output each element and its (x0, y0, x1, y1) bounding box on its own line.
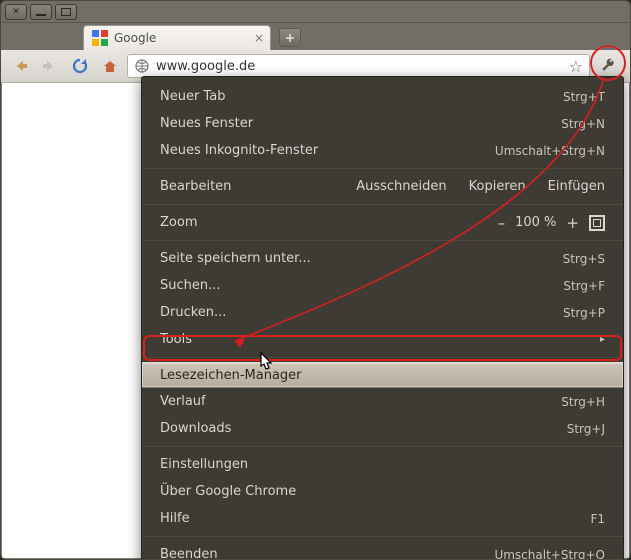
menu-shortcut: Strg+P (563, 306, 605, 320)
menu-downloads[interactable]: Downloads Strg+J (142, 415, 623, 442)
menu-item-label: Suchen... (160, 278, 221, 293)
menu-item-label: Verlauf (160, 394, 206, 409)
menu-shortcut: Umschalt+Strg+N (495, 144, 605, 158)
menu-shortcut: Umschalt+Strg+Q (494, 548, 605, 560)
menu-history[interactable]: Verlauf Strg+H (142, 388, 623, 415)
home-button[interactable] (97, 54, 123, 78)
menu-find[interactable]: Suchen... Strg+F (142, 272, 623, 299)
menu-bookmark-manager[interactable]: Lesezeichen-Manager (142, 362, 623, 388)
menu-edit-copy[interactable]: Kopieren (469, 179, 526, 194)
menu-item-label: Seite speichern unter... (160, 251, 311, 266)
menu-new-window[interactable]: Neues Fenster Strg+N (142, 110, 623, 137)
new-tab-button[interactable] (279, 28, 301, 47)
menu-shortcut: Strg+N (561, 117, 605, 131)
menu-shortcut: Strg+S (563, 252, 605, 266)
menu-shortcut: Strg+T (563, 90, 605, 104)
menu-item-label: Über Google Chrome (160, 484, 296, 499)
menu-item-label: Einstellungen (160, 457, 248, 472)
url-text: www.google.de (156, 59, 563, 74)
bookmark-star-icon[interactable]: ☆ (569, 57, 583, 76)
menu-separator (142, 357, 623, 358)
menu-shortcut: F1 (590, 512, 605, 526)
menu-item-label: Neues Inkognito-Fenster (160, 143, 318, 158)
menu-shortcut: Strg+J (567, 422, 605, 436)
menu-item-label: Beenden (160, 547, 218, 560)
menu-separator (142, 204, 623, 205)
menu-help[interactable]: Hilfe F1 (142, 505, 623, 532)
menu-tools[interactable]: Tools ▸ (142, 326, 623, 353)
menu-separator (142, 446, 623, 447)
window-minimize-button[interactable] (30, 4, 52, 20)
browser-tab[interactable]: Google × (83, 25, 271, 50)
reload-button[interactable] (67, 54, 93, 78)
menu-shortcut: Strg+H (561, 395, 605, 409)
window-titlebar (1, 1, 630, 23)
wrench-menu: Neuer Tab Strg+T Neues Fenster Strg+N Ne… (141, 76, 624, 560)
chevron-right-icon: ▸ (600, 334, 605, 345)
menu-item-label: Hilfe (160, 511, 190, 526)
menu-item-label: Zoom (160, 215, 197, 230)
browser-window: Google × www.google.de ☆ (0, 0, 631, 560)
globe-icon (134, 58, 150, 74)
forward-button[interactable] (37, 54, 63, 78)
menu-new-tab[interactable]: Neuer Tab Strg+T (142, 83, 623, 110)
menu-item-label: Tools (160, 332, 192, 347)
menu-edit-paste[interactable]: Einfügen (548, 179, 605, 194)
address-bar[interactable]: www.google.de ☆ (127, 54, 590, 78)
menu-item-label: Neuer Tab (160, 89, 225, 104)
menu-edit-cut[interactable]: Ausschneiden (356, 179, 446, 194)
menu-save-page-as[interactable]: Seite speichern unter... Strg+S (142, 245, 623, 272)
menu-separator (142, 536, 623, 537)
menu-print[interactable]: Drucken... Strg+P (142, 299, 623, 326)
menu-new-incognito[interactable]: Neues Inkognito-Fenster Umschalt+Strg+N (142, 137, 623, 164)
tab-title: Google (114, 31, 156, 45)
back-button[interactable] (7, 54, 33, 78)
google-favicon-icon (92, 30, 108, 46)
menu-about-chrome[interactable]: Über Google Chrome (142, 478, 623, 505)
menu-item-label: Downloads (160, 421, 231, 436)
menu-item-label: Drucken... (160, 305, 226, 320)
zoom-out-button[interactable]: – (498, 214, 506, 232)
menu-edit: Bearbeiten Ausschneiden Kopieren Einfüge… (142, 173, 623, 200)
menu-item-label: Neues Fenster (160, 116, 253, 131)
menu-settings[interactable]: Einstellungen (142, 451, 623, 478)
window-close-button[interactable] (5, 4, 27, 20)
menu-exit[interactable]: Beenden Umschalt+Strg+Q (142, 541, 623, 560)
menu-separator (142, 168, 623, 169)
menu-shortcut: Strg+F (563, 279, 605, 293)
zoom-in-button[interactable]: + (566, 214, 579, 232)
tab-strip: Google × (1, 23, 630, 50)
fullscreen-button[interactable] (589, 215, 605, 231)
menu-zoom: Zoom – 100 % + (142, 209, 623, 236)
menu-item-label: Bearbeiten (160, 179, 231, 194)
zoom-level: 100 % (515, 215, 556, 230)
menu-item-label: Lesezeichen-Manager (160, 368, 302, 383)
window-maximize-button[interactable] (55, 4, 77, 20)
tab-close-icon[interactable]: × (254, 31, 264, 45)
menu-separator (142, 240, 623, 241)
